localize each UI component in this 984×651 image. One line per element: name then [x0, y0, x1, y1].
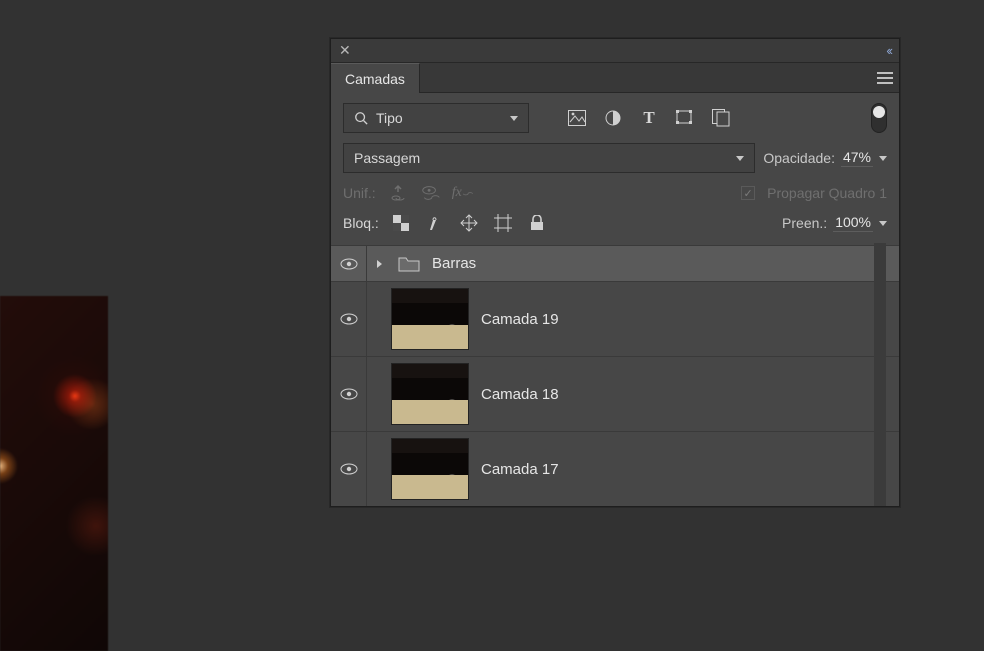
- layers-scrollbar[interactable]: [874, 243, 886, 506]
- opacity-label: Opacidade:: [763, 150, 835, 166]
- unify-row: Unif.: fx ✓ Propagar Quadro 1: [343, 183, 887, 203]
- visibility-toggle[interactable]: [331, 357, 367, 431]
- unify-position-icon[interactable]: [388, 183, 408, 203]
- visibility-toggle[interactable]: [331, 432, 367, 506]
- layer-thumbnail[interactable]: [391, 288, 469, 350]
- lock-pixels-icon[interactable]: [425, 213, 445, 233]
- chevron-down-icon[interactable]: [879, 221, 887, 226]
- close-icon[interactable]: ✕: [339, 42, 351, 59]
- opacity-control[interactable]: Opacidade: 47%: [763, 149, 887, 167]
- eye-icon: [340, 258, 358, 270]
- fill-control[interactable]: Preen.: 100%: [782, 214, 887, 232]
- lock-artboard-icon[interactable]: [493, 213, 513, 233]
- blend-mode-value: Passagem: [354, 150, 420, 166]
- visibility-toggle[interactable]: [331, 246, 367, 281]
- eye-icon: [340, 313, 358, 325]
- lock-label: Bloq.:: [343, 215, 379, 231]
- unify-visibility-icon[interactable]: [420, 183, 440, 203]
- layer-name[interactable]: Camada 17: [481, 461, 559, 478]
- eye-icon: [340, 463, 358, 475]
- search-icon: [354, 111, 368, 125]
- blend-opacity-row: Passagem Opacidade: 47%: [343, 143, 887, 173]
- layer-name[interactable]: Barras: [432, 255, 476, 272]
- layers-list: Barras Camada 19: [331, 245, 899, 506]
- unify-label: Unif.:: [343, 185, 376, 201]
- layer-thumbnail[interactable]: [391, 438, 469, 500]
- layer-thumbnail[interactable]: [391, 363, 469, 425]
- shape-icon[interactable]: [675, 108, 695, 128]
- document-canvas-preview: [0, 296, 108, 651]
- filter-toggle[interactable]: [871, 103, 887, 133]
- filter-label: Tipo: [376, 110, 403, 126]
- fill-value[interactable]: 100%: [833, 214, 873, 232]
- chevron-right-icon[interactable]: [377, 260, 382, 268]
- chevron-down-icon: [736, 156, 744, 161]
- filter-row: Tipo T: [343, 103, 887, 133]
- smartobject-icon[interactable]: [711, 108, 731, 128]
- chevron-down-icon[interactable]: [879, 156, 887, 161]
- propagate-checkbox[interactable]: ✓: [741, 186, 755, 200]
- layer-group-row[interactable]: Barras: [331, 245, 899, 281]
- layer-row[interactable]: Camada 18: [331, 356, 899, 431]
- image-icon[interactable]: [567, 108, 587, 128]
- folder-icon: [398, 256, 420, 272]
- layers-panel: ✕ ‹‹ Camadas Tipo: [330, 38, 900, 507]
- layer-row[interactable]: Camada 17: [331, 431, 899, 506]
- layer-name[interactable]: Camada 19: [481, 311, 559, 328]
- lock-position-icon[interactable]: [459, 213, 479, 233]
- layer-filter-dropdown[interactable]: Tipo: [343, 103, 529, 133]
- type-icon[interactable]: T: [639, 108, 659, 128]
- unify-style-icon[interactable]: fx: [452, 183, 474, 203]
- lock-all-icon[interactable]: [527, 213, 547, 233]
- panel-tab-strip: Camadas: [331, 63, 899, 93]
- lock-transparency-icon[interactable]: [391, 213, 411, 233]
- collapse-panel-icon[interactable]: ‹‹: [886, 43, 891, 58]
- fill-label: Preen.:: [782, 215, 827, 231]
- lock-row: Bloq.: Preen.:: [343, 213, 887, 233]
- blend-mode-dropdown[interactable]: Passagem: [343, 143, 755, 173]
- tab-layers[interactable]: Camadas: [331, 63, 420, 93]
- propagate-label: Propagar Quadro 1: [767, 185, 887, 201]
- opacity-value[interactable]: 47%: [841, 149, 873, 167]
- visibility-toggle[interactable]: [331, 282, 367, 356]
- layer-row[interactable]: Camada 19: [331, 281, 899, 356]
- eye-icon: [340, 388, 358, 400]
- adjustment-icon[interactable]: [603, 108, 623, 128]
- chevron-down-icon: [510, 116, 518, 121]
- panel-titlebar[interactable]: ✕ ‹‹: [331, 39, 899, 63]
- tab-label: Camadas: [345, 71, 405, 87]
- panel-menu-icon[interactable]: [871, 63, 899, 93]
- layer-name[interactable]: Camada 18: [481, 386, 559, 403]
